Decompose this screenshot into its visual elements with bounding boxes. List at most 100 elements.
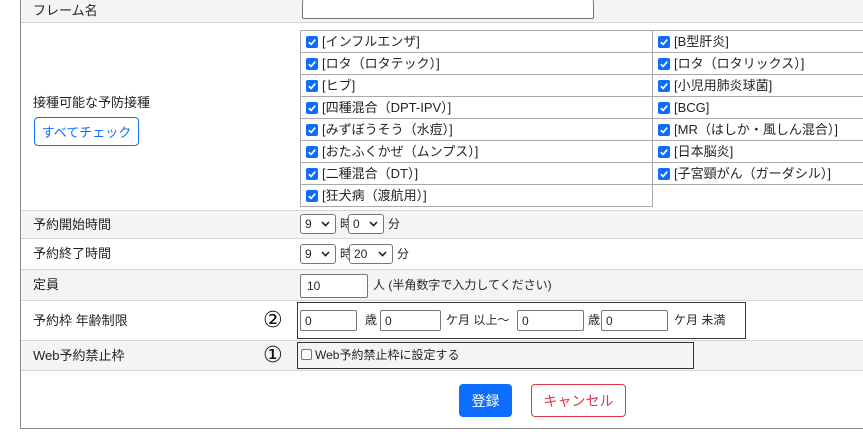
checkmark-icon bbox=[660, 148, 668, 156]
vaccine-option-bcg[interactable]: [BCG] bbox=[652, 96, 863, 119]
max-months-unit: ケ月 未満 bbox=[674, 313, 726, 327]
start-hour-select[interactable]: 9 bbox=[300, 214, 336, 234]
submit-button[interactable]: 登録 bbox=[459, 384, 512, 417]
chevron-down-icon bbox=[378, 251, 387, 257]
vaccine-checkbox[interactable] bbox=[306, 189, 318, 202]
annotation-marker-2: ② bbox=[263, 308, 283, 333]
vaccine-label: [日本脳炎] bbox=[674, 143, 734, 159]
minute-unit-label: 分 bbox=[388, 217, 401, 231]
vaccine-checkbox[interactable] bbox=[306, 35, 318, 48]
vaccine-checkbox[interactable] bbox=[306, 57, 318, 70]
vaccine-option-japanese-encephalitis[interactable]: [日本脳炎] bbox=[652, 140, 863, 163]
check-all-button[interactable]: すべてチェック bbox=[34, 117, 139, 146]
vaccine-option-dt[interactable]: [二種混合（DT）] bbox=[300, 162, 653, 185]
min-months-unit: ケ月 以上～ bbox=[446, 313, 510, 327]
vaccine-checkbox[interactable] bbox=[658, 79, 670, 92]
vaccine-checkbox[interactable] bbox=[658, 167, 670, 180]
end-hour-select[interactable]: 9 bbox=[300, 244, 336, 264]
checkmark-icon bbox=[308, 148, 316, 156]
checkmark-icon bbox=[308, 192, 316, 200]
vaccine-option-rota-rotateq[interactable]: [ロタ（ロタテック）] bbox=[300, 52, 653, 75]
min-years-input[interactable] bbox=[300, 310, 357, 331]
max-months-input[interactable] bbox=[601, 310, 668, 331]
vaccine-checkbox[interactable] bbox=[658, 145, 670, 158]
vaccine-option-pneumococcal[interactable]: [小児用肺炎球菌] bbox=[652, 74, 863, 97]
vaccine-label: [MR（はしか・風しん混合）] bbox=[674, 121, 838, 137]
web-block-label: Web予約禁止枠 bbox=[33, 347, 125, 363]
minute-unit-label: 分 bbox=[397, 247, 410, 261]
vaccine-option-mr[interactable]: [MR（はしか・風しん混合）] bbox=[652, 118, 863, 141]
capacity-note: 人 (半角数字で入力してください) bbox=[373, 278, 552, 292]
capacity-input[interactable] bbox=[300, 274, 368, 298]
vaccine-checkbox[interactable] bbox=[658, 101, 670, 114]
web-block-checkbox-label[interactable]: Web予約禁止枠に設定する bbox=[315, 348, 459, 362]
start-time-label: 予約開始時間 bbox=[33, 216, 112, 232]
checkmark-icon bbox=[660, 126, 668, 134]
frame-name-label: フレーム名 bbox=[33, 3, 98, 18]
vaccine-option-hib[interactable]: [ヒブ] bbox=[300, 74, 653, 97]
max-years-unit: 歳 bbox=[588, 313, 601, 327]
checkmark-icon bbox=[308, 82, 316, 90]
checkmark-icon bbox=[308, 104, 316, 112]
end-minute-value: 20 bbox=[354, 247, 368, 261]
checkmark-icon bbox=[308, 126, 316, 134]
end-time-label: 予約終了時間 bbox=[33, 246, 112, 261]
checkmark-icon bbox=[660, 170, 668, 178]
vaccine-checkbox[interactable] bbox=[306, 167, 318, 180]
row-start-time: 予約開始時間 bbox=[21, 211, 863, 239]
capacity-label: 定員 bbox=[33, 277, 60, 292]
min-years-unit: 歳 bbox=[365, 313, 378, 327]
max-years-input[interactable] bbox=[517, 310, 584, 331]
end-minute-select[interactable]: 20 bbox=[349, 244, 393, 264]
vaccine-label: [狂犬病（渡航用）] bbox=[322, 187, 427, 203]
vaccine-checkbox[interactable] bbox=[306, 145, 318, 158]
start-minute-select[interactable]: 0 bbox=[348, 214, 384, 234]
start-hour-value: 9 bbox=[305, 217, 312, 231]
vaccine-label: [ロタ（ロタリックス）] bbox=[674, 55, 805, 71]
vaccine-label: [ヒブ] bbox=[322, 77, 356, 93]
vaccine-checkbox[interactable] bbox=[306, 123, 318, 136]
vaccine-label: [子宮頸がん（ガーダシル）] bbox=[674, 165, 831, 181]
vaccine-checkbox[interactable] bbox=[658, 35, 670, 48]
vaccine-label: [おたふくかぜ（ムンプス）] bbox=[322, 143, 479, 159]
checkmark-icon bbox=[308, 60, 316, 68]
checkmark-icon bbox=[308, 170, 316, 178]
checkmark-icon bbox=[660, 60, 668, 68]
start-minute-value: 0 bbox=[353, 217, 360, 231]
vaccine-option-varicella[interactable]: [みずぼうそう（水痘）] bbox=[300, 118, 653, 141]
vaccine-label: [小児用肺炎球菌] bbox=[674, 77, 773, 93]
checkmark-icon bbox=[308, 38, 316, 46]
vaccine-option-influenza[interactable]: [インフルエンザ] bbox=[300, 30, 653, 53]
checkmark-icon bbox=[660, 38, 668, 46]
row-end-time: 予約終了時間 bbox=[21, 239, 863, 270]
vaccine-checkbox[interactable] bbox=[306, 101, 318, 114]
vaccine-label: [四種混合（DPT-IPV）] bbox=[322, 99, 452, 115]
vaccine-option-rabies[interactable]: [狂犬病（渡航用）] bbox=[300, 184, 653, 207]
vaccine-label: [みずぼうそう（水痘）] bbox=[322, 121, 453, 137]
chevron-down-icon bbox=[321, 251, 330, 257]
vaccine-label: [ロタ（ロタテック）] bbox=[322, 55, 440, 71]
checkmark-icon bbox=[660, 82, 668, 90]
age-limit-label: 予約枠 年齢制限 bbox=[33, 312, 128, 328]
vaccines-label: 接種可能な予防接種 bbox=[33, 95, 151, 110]
vaccine-label: [インフルエンザ] bbox=[322, 33, 420, 49]
vaccine-label: [二種混合（DT）] bbox=[322, 165, 419, 181]
vaccine-checkbox[interactable] bbox=[306, 79, 318, 92]
min-months-input[interactable] bbox=[380, 310, 441, 331]
vaccine-label: [B型肝炎] bbox=[674, 33, 729, 49]
vaccine-checkbox[interactable] bbox=[658, 123, 670, 136]
end-hour-value: 9 bbox=[305, 247, 312, 261]
form-panel-bottom-border bbox=[20, 428, 863, 429]
vaccine-option-hpv[interactable]: [子宮頸がん（ガーダシル）] bbox=[652, 162, 863, 185]
cancel-button[interactable]: キャンセル bbox=[531, 384, 626, 417]
vaccine-label: [BCG] bbox=[674, 99, 710, 115]
vaccine-option-mumps[interactable]: [おたふくかぜ（ムンプス）] bbox=[300, 140, 653, 163]
vaccine-option-hepatitis-b[interactable]: [B型肝炎] bbox=[652, 30, 863, 53]
annotation-marker-1: ① bbox=[263, 343, 283, 368]
vaccine-checkbox[interactable] bbox=[658, 57, 670, 70]
vaccine-option-dpt-ipv[interactable]: [四種混合（DPT-IPV）] bbox=[300, 96, 653, 119]
vaccine-option-rota-rotarix[interactable]: [ロタ（ロタリックス）] bbox=[652, 52, 863, 75]
chevron-down-icon bbox=[369, 221, 378, 227]
frame-name-input[interactable] bbox=[302, 0, 594, 19]
web-block-checkbox[interactable] bbox=[301, 349, 312, 360]
